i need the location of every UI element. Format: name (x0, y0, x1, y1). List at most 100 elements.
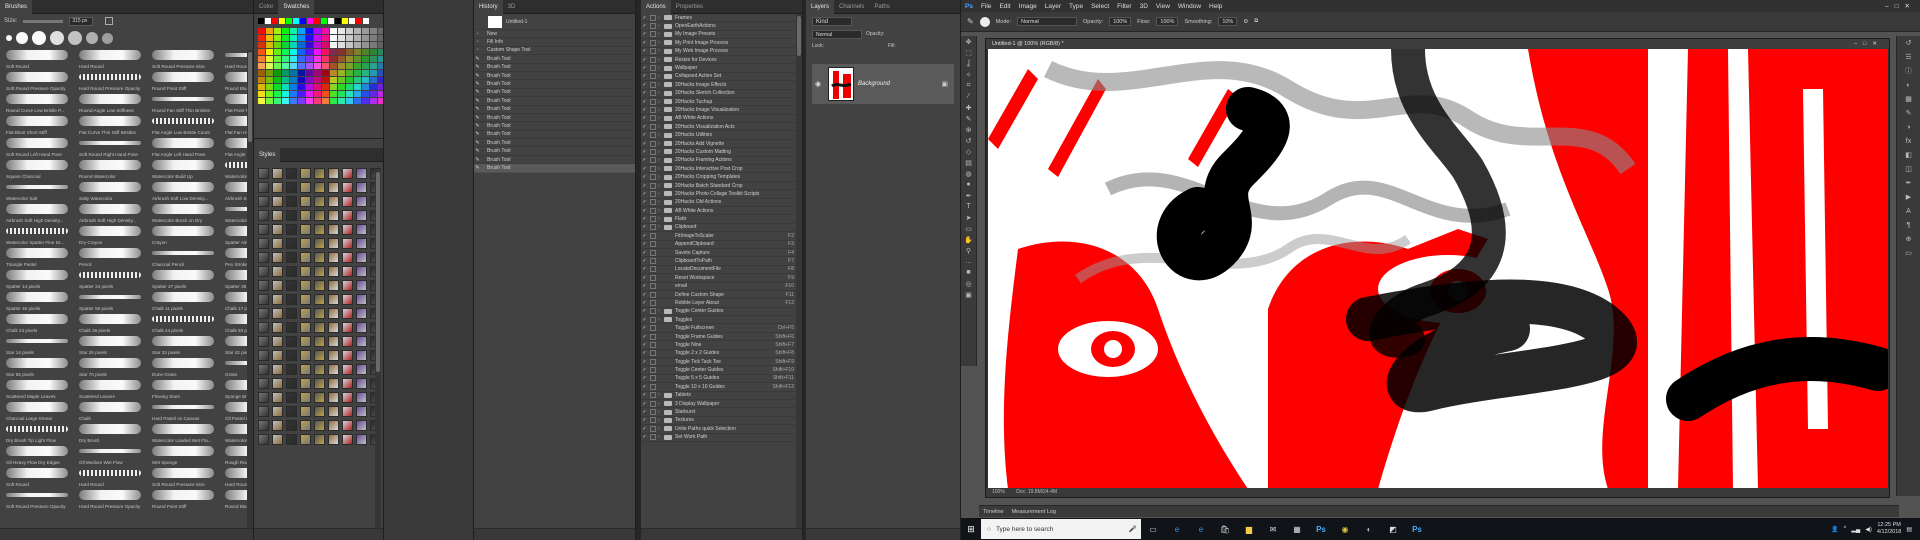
action-item[interactable]: ✓ › Starburst (641, 408, 802, 417)
swatch[interactable] (300, 18, 306, 24)
action-item[interactable]: ✓ Toggle Frame Guides Shift+F6 (641, 333, 802, 342)
dialog-toggle-icon[interactable] (650, 350, 656, 357)
history-state[interactable]: ✎ Brush Tool (474, 97, 635, 106)
adjustments-panel-icon[interactable]: ◑ (1897, 120, 1920, 134)
style-swatch[interactable] (328, 434, 339, 445)
style-swatch[interactable] (272, 322, 283, 333)
swatch[interactable] (362, 70, 369, 76)
dialog-toggle-icon[interactable] (650, 417, 656, 424)
brush-preset[interactable]: Round Fan Stiff Thin Bristles (150, 92, 221, 114)
dialog-toggle-icon[interactable] (650, 283, 656, 290)
dialog-toggle-icon[interactable] (650, 207, 656, 214)
style-swatch[interactable] (314, 224, 325, 235)
style-swatch[interactable] (356, 196, 367, 207)
swatch[interactable] (298, 91, 305, 97)
swatch[interactable] (370, 63, 377, 69)
check-icon[interactable]: ✓ (641, 132, 648, 138)
check-icon[interactable]: ✓ (641, 384, 648, 390)
screen-mode-tool-icon[interactable]: ▣ (961, 289, 976, 300)
dialog-toggle-icon[interactable] (650, 249, 656, 256)
style-swatch[interactable] (328, 322, 339, 333)
style-swatch[interactable] (300, 392, 311, 403)
swatch[interactable] (274, 84, 281, 90)
swatch[interactable] (274, 56, 281, 62)
action-item[interactable]: ✓ › 20Hacks Image Effects (641, 81, 802, 90)
check-icon[interactable]: ✓ (641, 392, 648, 398)
check-icon[interactable]: ✓ (641, 250, 648, 256)
color-swatch-tool-icon[interactable]: ■ (961, 267, 976, 278)
style-swatch[interactable] (300, 322, 311, 333)
style-swatch[interactable] (342, 294, 353, 305)
actions-panel-icon[interactable]: ▶ (1897, 190, 1920, 204)
style-swatch[interactable] (272, 420, 283, 431)
dialog-toggle-icon[interactable] (650, 39, 656, 46)
swatch[interactable] (338, 42, 345, 48)
chrome-icon[interactable]: ◉ (1333, 518, 1357, 540)
style-swatch[interactable] (286, 350, 297, 361)
swatch[interactable] (314, 63, 321, 69)
swatch[interactable] (346, 77, 353, 83)
style-swatch[interactable] (314, 322, 325, 333)
style-swatch[interactable] (272, 308, 283, 319)
style-swatch[interactable] (300, 434, 311, 445)
style-swatch[interactable] (328, 336, 339, 347)
color-panel-icon[interactable]: ◐ (1897, 78, 1920, 92)
visibility-eye-icon[interactable]: ◉ (812, 80, 824, 88)
style-swatch[interactable] (258, 308, 269, 319)
check-icon[interactable]: ✓ (641, 31, 648, 37)
history-state[interactable]: ✎ Brush Tool (474, 114, 635, 123)
swatch[interactable] (346, 28, 353, 34)
style-swatch[interactable] (342, 168, 353, 179)
brush-preset[interactable]: Pencil (77, 246, 148, 268)
smoothing-input[interactable]: 10% (1218, 17, 1238, 26)
swatch[interactable] (362, 63, 369, 69)
tab-3d[interactable]: 3D (503, 0, 521, 14)
swatch[interactable] (330, 42, 337, 48)
action-item[interactable]: ✓ › Resize for Devices (641, 56, 802, 65)
check-icon[interactable]: ✓ (641, 82, 648, 88)
timeline-panel-icon[interactable]: ▭ (1897, 246, 1920, 260)
tab-brushes[interactable]: Brushes (0, 0, 33, 14)
style-swatch[interactable] (258, 378, 269, 389)
dialog-toggle-icon[interactable] (650, 190, 656, 197)
swatch[interactable] (306, 70, 313, 76)
style-swatch[interactable] (328, 378, 339, 389)
app-icon[interactable]: ◩ (1381, 518, 1405, 540)
photoshop-taskbar-icon[interactable]: Ps (1405, 518, 1429, 540)
swatch[interactable] (370, 56, 377, 62)
action-item[interactable]: ✓ › 20Hacks Tuchup (641, 98, 802, 107)
brush-preset[interactable]: Flat Blunt Short Stiff (4, 114, 75, 136)
swatch[interactable] (314, 98, 321, 104)
dialog-toggle-icon[interactable] (650, 106, 656, 113)
history-state[interactable]: ✎ Brush Tool (474, 80, 635, 89)
brush-preset[interactable]: Watercolor Loaded Wet Fla... (150, 422, 221, 444)
swatch[interactable] (298, 56, 305, 62)
swatch[interactable] (266, 42, 273, 48)
check-icon[interactable]: ✓ (641, 199, 648, 205)
swatch[interactable] (266, 70, 273, 76)
check-icon[interactable]: ✓ (641, 275, 648, 281)
swatch[interactable] (306, 56, 313, 62)
swatch[interactable] (298, 28, 305, 34)
quick-select-tool-icon[interactable]: ✧ (961, 69, 976, 80)
style-swatch[interactable] (258, 168, 269, 179)
action-item[interactable]: ✓ › Toggles (641, 316, 802, 325)
check-icon[interactable]: ✓ (641, 23, 648, 29)
swatch[interactable] (282, 63, 289, 69)
style-swatch[interactable] (342, 182, 353, 193)
check-icon[interactable]: ✓ (641, 359, 648, 365)
edge-icon[interactable]: e (1165, 518, 1189, 540)
action-item[interactable]: ✓ › Toggle Center Guides (641, 308, 802, 317)
action-item[interactable]: ✓ Toggle Nine Shift+F7 (641, 341, 802, 350)
swatch[interactable] (274, 77, 281, 83)
swatch[interactable] (298, 42, 305, 48)
style-swatch[interactable] (314, 406, 325, 417)
history-state[interactable]: ▫ Fill Info (474, 38, 635, 47)
brush-preset[interactable]: Flat Angle Low Bristle Count (150, 114, 221, 136)
style-swatch[interactable] (272, 238, 283, 249)
swatch[interactable] (266, 28, 273, 34)
check-icon[interactable]: ✓ (641, 57, 648, 63)
swatch[interactable] (330, 35, 337, 41)
check-icon[interactable]: ✓ (641, 15, 648, 21)
hand-tool-icon[interactable]: ✋ (961, 234, 976, 245)
